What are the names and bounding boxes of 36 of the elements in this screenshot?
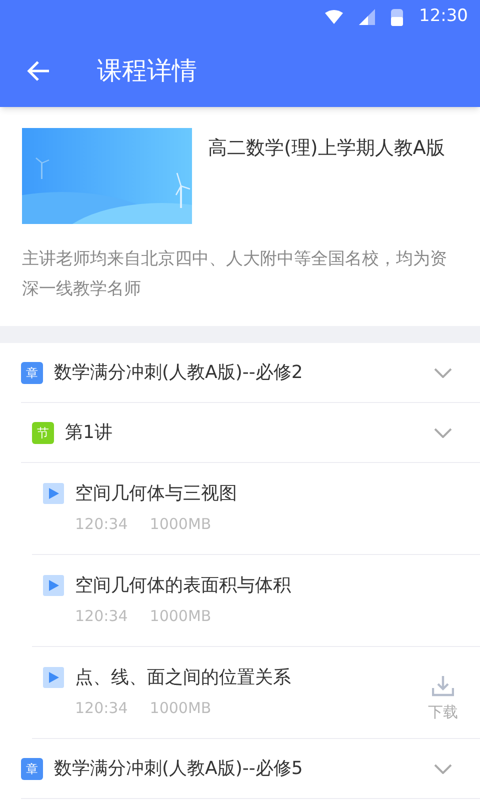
- lesson-size: 1000MB: [150, 698, 212, 719]
- tag-label: 章: [21, 758, 43, 780]
- play-icon: [43, 483, 64, 504]
- lesson-row[interactable]: 点、线、面之间的位置关系 120:34 1000MB 下载: [32, 647, 480, 739]
- lesson-row[interactable]: 空间几何体与三视图 120:34 1000MB: [32, 463, 480, 555]
- lesson-duration: 120:34: [75, 698, 128, 719]
- lesson-title: 点、线、面之间的位置关系: [75, 666, 292, 690]
- battery-icon: [391, 8, 403, 26]
- lesson-size: 1000MB: [150, 606, 212, 627]
- tag-label: 节: [32, 422, 54, 444]
- page-title: 课程详情: [97, 54, 197, 87]
- lesson-duration: 120:34: [75, 514, 128, 535]
- chevron-down-icon: [434, 428, 452, 438]
- lesson-size: 1000MB: [150, 514, 212, 535]
- lesson-title: 空间几何体的表面积与体积: [75, 574, 292, 598]
- outline-title: 第1讲: [65, 421, 114, 445]
- course-description: 主讲老师均来自北京四中、人大附中等全国名校，均为资深一线教学名师: [22, 248, 448, 301]
- lesson-title: 空间几何体与三视图: [75, 482, 238, 506]
- outline-row[interactable]: 节 第1讲: [21, 403, 480, 463]
- lesson-row[interactable]: 空间几何体的表面积与体积 120:34 1000MB: [32, 555, 480, 647]
- download-icon: [432, 675, 454, 697]
- outline-title: 数学满分冲刺(人教A版)--必修5: [54, 757, 304, 781]
- chevron-down-icon: [434, 764, 452, 774]
- outline-row[interactable]: 章 数学满分冲刺(人教A版)--必修5: [21, 739, 480, 799]
- tag-label: 章: [21, 362, 43, 384]
- status-time: 12:30: [419, 5, 468, 28]
- outline-title: 数学满分冲刺(人教A版)--必修2: [54, 361, 304, 385]
- outline-row[interactable]: 章 数学满分冲刺(人教A版)--必修2: [21, 343, 480, 403]
- wifi-icon: [325, 10, 343, 24]
- lesson-duration: 120:34: [75, 606, 128, 627]
- chevron-down-icon: [434, 368, 452, 378]
- signal-icon: [359, 9, 375, 25]
- play-icon: [43, 575, 64, 596]
- course-title: 高二数学(理)上学期人教A版: [208, 136, 445, 161]
- back-arrow-icon: [26, 60, 50, 82]
- play-icon: [43, 667, 64, 688]
